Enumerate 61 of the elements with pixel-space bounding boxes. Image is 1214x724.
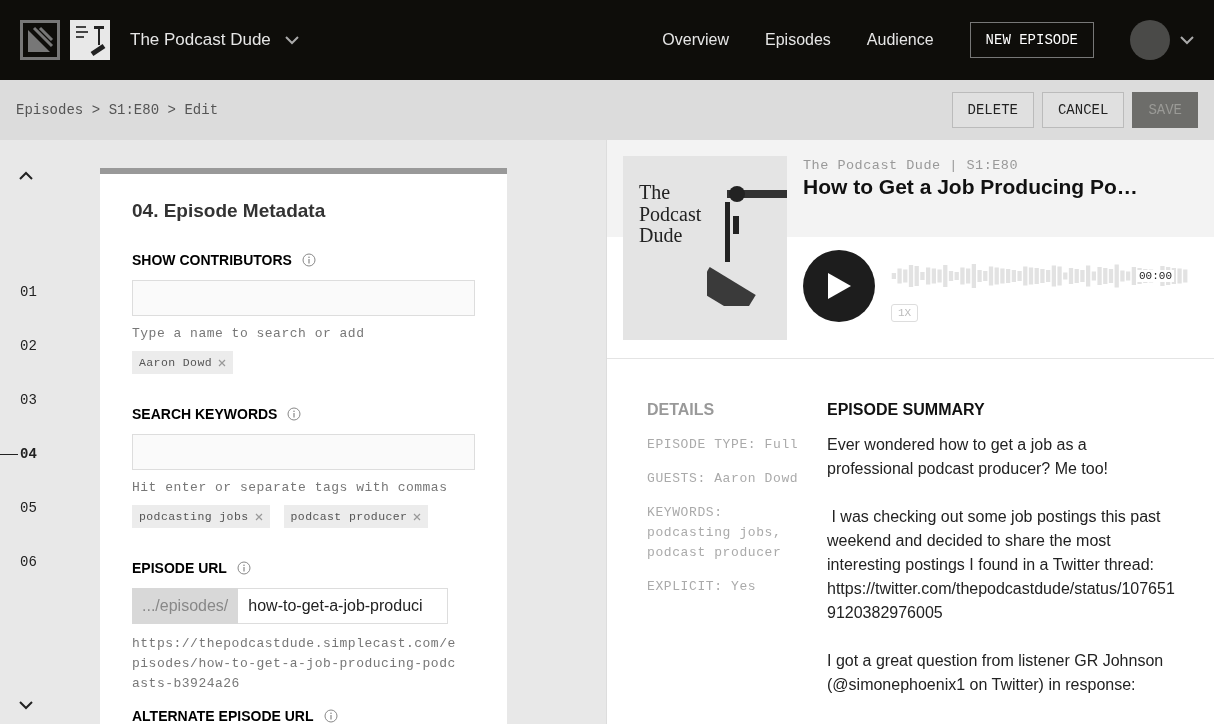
episode-subtitle: The Podcast Dude | S1:E80 bbox=[803, 158, 1020, 173]
summary-paragraph: Ever wondered how to get a job as a professional podcast producer? Me too! bbox=[827, 435, 1110, 479]
detail-item: EPISODE TYPE: Full bbox=[647, 436, 800, 454]
chevron-down-icon[interactable] bbox=[284, 35, 299, 45]
section-title: 04. Episode Metadata bbox=[132, 200, 327, 222]
new-episode-button[interactable]: NEW EPISODE bbox=[969, 22, 1094, 58]
podcast-name[interactable]: The Podcast Dude bbox=[130, 30, 271, 50]
field-hint: Type a name to search or add bbox=[132, 326, 366, 341]
info-icon[interactable] bbox=[287, 407, 302, 421]
detail-item: EXPLICIT: Yes bbox=[647, 578, 758, 596]
nav-link[interactable]: Overview bbox=[662, 31, 730, 49]
tag-label: Aaron Dowd bbox=[139, 356, 212, 369]
detail-item: GUESTS: Aaron Dowd bbox=[647, 470, 800, 488]
section-number[interactable]: 03 bbox=[20, 392, 37, 408]
chevron-down-icon[interactable] bbox=[19, 701, 33, 710]
field-label: SHOW CONTRIBUTORS bbox=[132, 252, 292, 268]
nav-link[interactable]: Audience bbox=[866, 31, 934, 49]
cover-title: The Podcast Dude bbox=[639, 182, 703, 248]
action-button[interactable]: CANCEL bbox=[1041, 92, 1125, 128]
field-label: ALTERNATE EPISODE URL bbox=[132, 708, 314, 724]
breadcrumb-item[interactable]: S1:E80 bbox=[108, 102, 160, 118]
keywords-field[interactable] bbox=[132, 434, 475, 470]
contributors-field[interactable] bbox=[132, 280, 475, 316]
avatar[interactable] bbox=[1130, 20, 1170, 60]
remove-icon[interactable] bbox=[413, 512, 422, 521]
section-number[interactable]: 06 bbox=[20, 554, 37, 570]
field-label: SEARCH KEYWORDS bbox=[132, 406, 278, 422]
tag-label: podcast producer bbox=[290, 510, 408, 523]
breadcrumb-item[interactable]: > bbox=[167, 102, 176, 118]
nav-link[interactable]: Episodes bbox=[765, 31, 831, 49]
chevron-up-icon[interactable] bbox=[19, 171, 33, 180]
tag-label: podcasting jobs bbox=[139, 510, 249, 523]
episode-title: How to Get a Job Producing Po… bbox=[803, 175, 1139, 199]
url-field[interactable]: how-to-get-a-job-produci bbox=[238, 588, 449, 624]
info-icon[interactable] bbox=[323, 709, 338, 723]
summary-heading: EPISODE SUMMARY bbox=[827, 401, 986, 419]
summary-paragraph: I was checking out some job postings this past weekend and decided to share the most interesting postings I found in a Twitter thread: https://twitter.com/thepodcastdude/status/1076519120382976005 bbox=[827, 507, 1176, 623]
full-url: https://thepodcastdude.simplecast.com/episodes/how-to-get-a-job-producing-podcasts-b3924a26 bbox=[132, 635, 457, 693]
summary-paragraph: I got a great question from listener GR Johnson (@simonephoenix1 on Twitter) in response: bbox=[827, 651, 1165, 695]
section-number[interactable]: 05 bbox=[20, 500, 37, 516]
section-number[interactable]: 04 bbox=[20, 446, 37, 462]
url-prefix: .../episodes/ bbox=[132, 588, 239, 624]
details-heading: DETAILS bbox=[647, 401, 716, 419]
detail-item: KEYWORDS: podcasting jobs, podcast producer bbox=[647, 504, 783, 562]
podcast-cover-thumbnail[interactable] bbox=[70, 20, 110, 60]
field-label: EPISODE URL bbox=[132, 560, 227, 576]
info-icon[interactable] bbox=[236, 561, 251, 575]
time-display: 00:00 bbox=[1137, 270, 1174, 282]
chevron-down-icon[interactable] bbox=[1180, 35, 1194, 45]
field-hint: Hit enter or separate tags with commas bbox=[132, 480, 449, 495]
remove-icon[interactable] bbox=[218, 358, 226, 367]
remove-icon[interactable] bbox=[254, 512, 263, 521]
play-icon bbox=[826, 272, 852, 300]
breadcrumb-item[interactable]: Edit bbox=[184, 102, 219, 118]
breadcrumb-item[interactable]: Episodes bbox=[16, 102, 84, 118]
action-button[interactable]: DELETE bbox=[951, 92, 1034, 128]
logo-icon[interactable] bbox=[20, 20, 60, 60]
breadcrumb-item[interactable]: > bbox=[91, 102, 101, 118]
section-number[interactable]: 01 bbox=[20, 284, 37, 300]
info-icon[interactable] bbox=[301, 253, 316, 267]
section-number[interactable]: 02 bbox=[20, 338, 37, 354]
